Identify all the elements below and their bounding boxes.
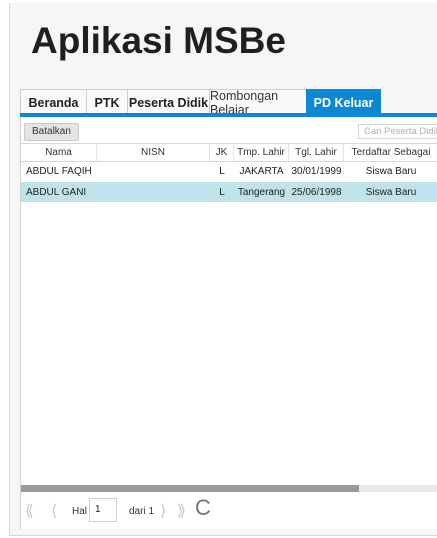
main-tabs: Beranda PTK Peserta Didik Rombongan Bela… — [20, 89, 437, 117]
tab-ptk[interactable]: PTK — [86, 89, 128, 116]
app-title: Aplikasi MSBe — [31, 20, 286, 61]
column-header-tmp-lahir[interactable]: Tmp. Lahir — [234, 144, 289, 161]
tab-beranda[interactable]: Beranda — [20, 89, 87, 116]
cell-nama: ABDUL FAQIH — [26, 165, 92, 177]
cell-jk: L — [219, 165, 225, 177]
cell-nama: ABDUL GANI — [26, 186, 87, 198]
horizontal-scrollbar[interactable] — [21, 485, 437, 492]
cell-nisn — [97, 182, 210, 202]
page-label: Hal — [72, 506, 88, 517]
tab-peserta-didik[interactable]: Peserta Didik — [127, 89, 210, 116]
cell-tgl-lahir: 30/01/1999 — [291, 165, 342, 177]
column-header-tgl-lahir[interactable]: Tgl. Lahir — [289, 144, 344, 161]
refresh-icon[interactable]: C — [195, 495, 211, 521]
search-input[interactable]: Cari Peserta Didik... (E — [358, 124, 437, 139]
cell-tmp-lahir: JAKARTA — [239, 165, 284, 177]
cell-terdaftar: Siswa Baru — [365, 186, 417, 198]
last-page-icon[interactable]: ⟫ — [177, 501, 186, 521]
page-number-input[interactable]: 1 — [89, 498, 117, 522]
cell-tgl-lahir: 25/06/1998 — [291, 186, 342, 198]
cell-tmp-lahir: Tangerang — [237, 186, 286, 198]
column-header-nama[interactable]: Nama — [21, 144, 97, 161]
batalkan-button[interactable]: Batalkan — [24, 123, 79, 141]
cell-terdaftar: Siswa Baru — [365, 165, 417, 177]
prev-page-icon[interactable]: ⟨ — [51, 501, 57, 521]
table-row-selected[interactable]: ABDUL GANI L Tangerang 25/06/1998 Siswa … — [21, 182, 437, 202]
page-count-label: dari 1 — [129, 506, 155, 517]
tab-rombongan-belajar[interactable]: Rombongan Belajar — [209, 89, 307, 117]
next-page-icon[interactable]: ⟩ — [160, 501, 166, 521]
cell-jk: L — [219, 186, 225, 198]
pd-keluar-panel: Batalkan Cari Peserta Didik... (E Nama N… — [20, 117, 437, 529]
column-header-terdaftar-sebagai[interactable]: Terdaftar Sebagai — [344, 144, 437, 161]
paging-toolbar: ⟪ ⟨ Hal 1 dari 1 ⟩ ⟫ C — [21, 495, 437, 529]
cell-nisn — [97, 161, 210, 181]
grid-toolbar: Batalkan Cari Peserta Didik... (E — [21, 117, 437, 145]
tab-pd-keluar[interactable]: PD Keluar — [306, 89, 381, 116]
scrollbar-thumb[interactable] — [21, 485, 359, 492]
table-row[interactable]: ABDUL FAQIH L JAKARTA 30/01/1999 Siswa B… — [21, 161, 437, 181]
first-page-icon[interactable]: ⟪ — [25, 501, 34, 521]
column-header-jk[interactable]: JK — [210, 144, 234, 161]
column-header-nisn[interactable]: NISN — [97, 144, 210, 161]
grid-header: Nama NISN JK Tmp. Lahir Tgl. Lahir Terda… — [21, 143, 437, 162]
